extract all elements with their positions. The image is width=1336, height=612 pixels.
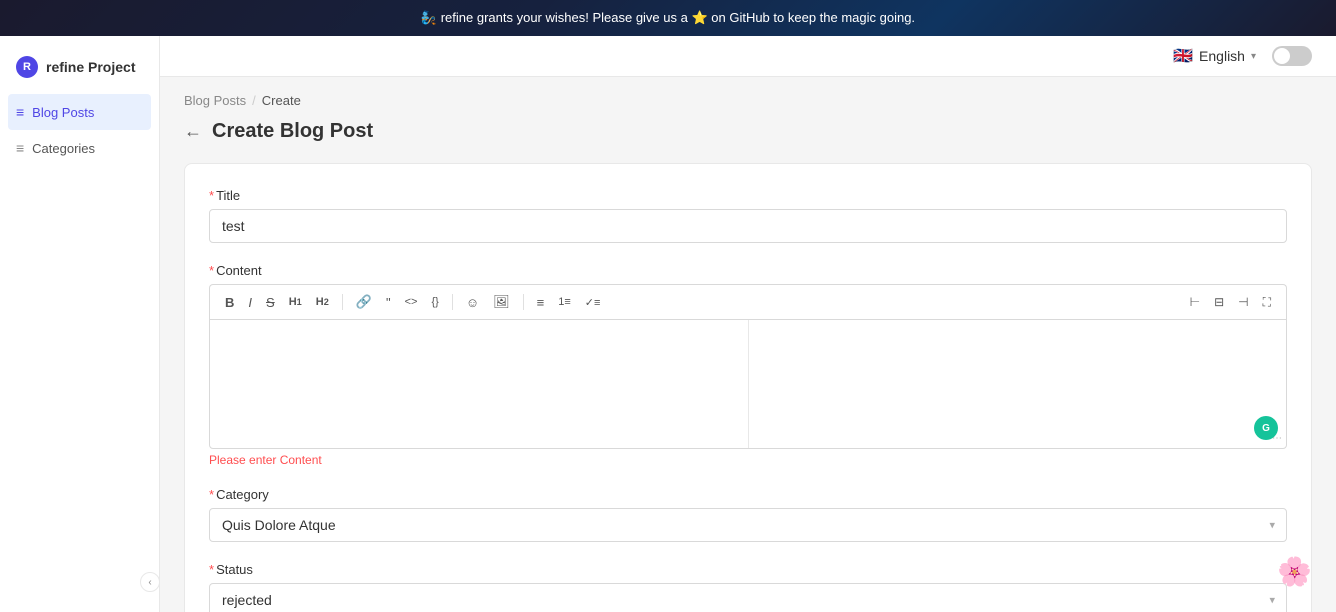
toolbar-split-equal[interactable]: ⊟	[1209, 292, 1229, 313]
toolbar-split-right[interactable]: ⊣	[1233, 292, 1253, 313]
category-select-wrapper: Quis Dolore Atque Technology Science Spo…	[209, 508, 1287, 542]
category-field: * Category Quis Dolore Atque Technology …	[209, 487, 1287, 542]
content-required-mark: *	[209, 263, 214, 278]
title-label: * Title	[209, 188, 1287, 203]
sidebar: R refine Project ≡ Blog Posts ≡ Categori…	[0, 36, 160, 612]
toolbar-sep-2	[452, 294, 453, 310]
title-input[interactable]	[209, 209, 1287, 243]
editor-resize-handle[interactable]: ⋯	[1272, 433, 1282, 444]
toolbar-strikethrough[interactable]: S	[261, 292, 280, 313]
editor-toolbar: B I S H1 H2 🔗 " <> {} ☺ 🖼 ≡	[209, 284, 1287, 319]
form-card: * Title * Content B I S H1	[184, 163, 1312, 612]
content-area: 🇬🇧 English ▾ Blog Posts / Create ← Titl	[160, 36, 1336, 612]
toolbar-split-left[interactable]: ⊢	[1185, 292, 1205, 313]
categories-icon: ≡	[16, 140, 24, 156]
content-field: * Content B I S H1 H2 🔗 " <> {}	[209, 263, 1287, 467]
editor-write-pane[interactable]	[210, 320, 749, 448]
toolbar-code[interactable]: <>	[400, 293, 423, 311]
breadcrumb-separator: /	[252, 93, 256, 108]
editor-body: G ⋯	[209, 319, 1287, 449]
toolbar-sep-1	[342, 294, 343, 310]
sidebar-logo: R refine Project	[0, 44, 159, 94]
breadcrumb-blog-posts[interactable]: Blog Posts	[184, 93, 246, 108]
toolbar-heading1[interactable]: H1	[284, 293, 307, 311]
content-error-message: Please enter Content	[209, 453, 1287, 467]
status-label: * Status	[209, 562, 1287, 577]
status-field: * Status draft published rejected ▾	[209, 562, 1287, 612]
logo-text: refine Project	[46, 59, 135, 75]
toolbar-ordered-list[interactable]: 1≡	[553, 293, 576, 311]
emoji-decoration: 🌸	[1277, 555, 1312, 588]
toolbar-checklist[interactable]: ✓≡	[580, 293, 606, 312]
page-title-row: ← Title Create Blog Post	[184, 120, 1312, 143]
toolbar-bold[interactable]: B	[220, 292, 239, 313]
title-field: * Title	[209, 188, 1287, 243]
toolbar-blockquote[interactable]: "	[381, 292, 396, 313]
sidebar-item-label-blog-posts: Blog Posts	[32, 105, 94, 120]
category-required-mark: *	[209, 487, 214, 502]
sidebar-item-categories[interactable]: ≡ Categories	[0, 130, 159, 166]
page-title-text: Create Blog Post	[212, 120, 373, 143]
title-required-mark: *	[209, 188, 214, 203]
category-label: * Category	[209, 487, 1287, 502]
toolbar-link[interactable]: 🔗	[351, 291, 377, 313]
language-label: English	[1199, 48, 1245, 64]
toolbar-heading2[interactable]: H2	[311, 293, 334, 311]
language-selector[interactable]: 🇬🇧 English ▾	[1173, 46, 1256, 66]
sidebar-collapse-button[interactable]: ‹	[140, 572, 160, 592]
toggle-knob	[1274, 48, 1290, 64]
back-button[interactable]: ←	[184, 121, 202, 142]
logo-icon: R	[16, 56, 38, 78]
page-content: Blog Posts / Create ← Title Create Blog …	[160, 77, 1336, 612]
sidebar-item-label-categories: Categories	[32, 141, 95, 156]
blog-posts-icon: ≡	[16, 104, 24, 120]
chevron-down-icon: ▾	[1251, 51, 1256, 62]
status-select[interactable]: draft published rejected	[209, 583, 1287, 612]
toolbar-code-block[interactable]: {}	[426, 293, 443, 311]
category-select[interactable]: Quis Dolore Atque Technology Science Spo…	[209, 508, 1287, 542]
sidebar-item-blog-posts[interactable]: ≡ Blog Posts	[8, 94, 151, 130]
toggle-switch[interactable]	[1272, 46, 1312, 66]
breadcrumb-create: Create	[262, 93, 301, 108]
toolbar-sep-3	[523, 294, 524, 310]
toolbar-emoji[interactable]: ☺	[461, 292, 484, 313]
status-select-wrapper: draft published rejected ▾	[209, 583, 1287, 612]
toolbar-right-controls: ⊢ ⊟ ⊣ ⛶	[1185, 292, 1276, 313]
status-required-mark: *	[209, 562, 214, 577]
toolbar-image[interactable]: 🖼	[488, 291, 515, 313]
toolbar-italic[interactable]: I	[243, 292, 257, 313]
banner-text: 🧞 refine grants your wishes! Please give…	[421, 10, 915, 25]
toolbar-fullscreen[interactable]: ⛶	[1258, 292, 1276, 313]
language-flag: 🇬🇧	[1173, 46, 1193, 66]
editor-preview-pane	[749, 320, 1287, 448]
header-bar: 🇬🇧 English ▾	[160, 36, 1336, 77]
toolbar-unordered-list[interactable]: ≡	[532, 292, 550, 313]
top-banner: 🧞 refine grants your wishes! Please give…	[0, 0, 1336, 36]
content-label: * Content	[209, 263, 1287, 278]
breadcrumb: Blog Posts / Create	[184, 93, 1312, 108]
